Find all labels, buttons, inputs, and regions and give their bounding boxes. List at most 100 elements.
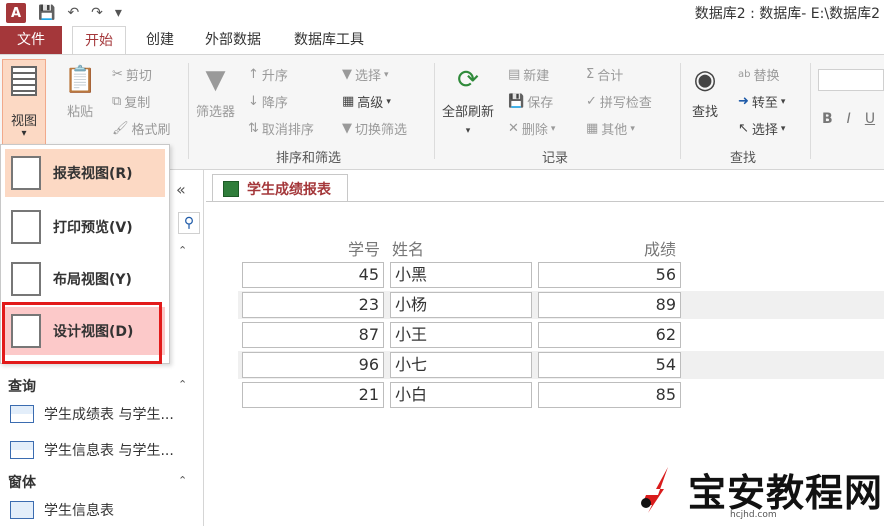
descending-button[interactable]: ↓ 降序	[248, 92, 288, 111]
column-header-id: 学号	[348, 240, 381, 259]
nav-item-form-1[interactable]: 学生信息表	[10, 500, 114, 520]
selection-button[interactable]: ▼ 选择 ▾	[342, 65, 389, 84]
goto-label: 转至	[751, 96, 778, 111]
save-icon[interactable]: 💾	[38, 5, 55, 21]
document-tab[interactable]: 学生成绩报表	[212, 174, 348, 202]
cursor-icon: ↖	[738, 121, 749, 136]
paste-button[interactable]: 📋 粘贴	[64, 65, 96, 120]
spelling-label: 拼写检查	[599, 96, 652, 111]
redo-icon[interactable]: ↷	[91, 5, 103, 21]
cell-score[interactable]: 62	[538, 322, 681, 348]
toggle-filter-button[interactable]: ▼ 切换筛选	[342, 119, 407, 138]
totals-button[interactable]: Σ 合计	[586, 65, 623, 84]
cell-name[interactable]: 小七	[390, 352, 532, 378]
undo-icon[interactable]: ↶	[67, 5, 79, 21]
customize-qat-icon[interactable]: ▾	[115, 5, 122, 21]
chevron-down-icon: ▾	[550, 123, 556, 134]
chevron-up-icon[interactable]: ⌃	[178, 474, 187, 487]
delete-record-button[interactable]: ✕ 删除 ▾	[508, 119, 555, 138]
new-record-icon: ▤	[508, 67, 521, 82]
menu-item-report-view[interactable]: 报表视图(R)	[5, 149, 165, 197]
chevron-down-icon: ▾	[384, 69, 389, 80]
more-button[interactable]: ▦ 其他 ▾	[586, 119, 635, 138]
menu-item-print-preview[interactable]: 打印预览(V)	[5, 203, 165, 251]
cell-id[interactable]: 96	[242, 352, 384, 378]
new-record-button[interactable]: ▤ 新建	[508, 65, 549, 84]
cell-score[interactable]: 89	[538, 292, 681, 318]
nav-collapse-button[interactable]: «	[176, 180, 186, 199]
more-icon: ▦	[586, 121, 599, 136]
remove-sort-button[interactable]: ⇅ 取消排序	[248, 119, 314, 138]
font-name-input[interactable]	[818, 69, 884, 91]
view-button[interactable]: 视图 ▾	[2, 59, 46, 145]
cell-name[interactable]: 小白	[390, 382, 532, 408]
chevron-up-icon[interactable]: ⌃	[178, 378, 187, 391]
selection-filter-icon: ▼	[342, 67, 352, 82]
underline-button[interactable]: U	[865, 111, 875, 127]
report-view-icon	[11, 156, 41, 190]
nav-item-label: 学生成绩表 与学生...	[44, 407, 174, 423]
chevron-down-icon: ▾	[465, 126, 471, 136]
sigma-icon: Σ	[586, 67, 595, 82]
tab-home[interactable]: 开始	[72, 26, 126, 55]
nav-section-queries[interactable]: 查询	[8, 376, 36, 396]
sort-ascending-icon: ↑	[248, 67, 259, 82]
advanced-label: 高级	[357, 96, 384, 111]
tab-external-data[interactable]: 外部数据	[194, 26, 272, 54]
funnel-icon: ▼	[205, 65, 226, 95]
find-button[interactable]: ◉ 查找	[692, 65, 718, 120]
cell-name[interactable]: 小王	[390, 322, 532, 348]
nav-section-forms[interactable]: 窗体	[8, 472, 36, 492]
tab-create[interactable]: 创建	[136, 26, 184, 54]
cell-score[interactable]: 85	[538, 382, 681, 408]
cell-id[interactable]: 45	[242, 262, 384, 288]
nav-item-query-1[interactable]: 学生成绩表 与学生...	[10, 404, 174, 424]
replace-label: 替换	[753, 69, 780, 84]
nav-item-query-2[interactable]: 学生信息表 与学生...	[10, 440, 174, 460]
filter-button[interactable]: ▼ 筛选器	[196, 65, 235, 120]
records-group-label: 记录	[542, 151, 569, 166]
italic-button[interactable]: I	[847, 111, 851, 127]
select-button[interactable]: ↖ 选择 ▾	[738, 119, 785, 138]
delete-record-label: 删除	[521, 123, 548, 138]
cell-id[interactable]: 23	[242, 292, 384, 318]
copy-label: 复制	[124, 96, 151, 111]
spelling-button[interactable]: ✓ 拼写检查	[586, 92, 652, 111]
totals-label: 合计	[597, 69, 624, 84]
form-icon	[10, 501, 34, 519]
save-icon: 💾	[508, 94, 525, 109]
filter-label: 筛选器	[196, 105, 236, 120]
cell-id[interactable]: 87	[242, 322, 384, 348]
bold-button[interactable]: B	[822, 111, 833, 127]
goto-button[interactable]: ➜ 转至 ▾	[738, 92, 785, 111]
select-label: 选择	[751, 123, 778, 138]
chevron-up-icon[interactable]: ⌃	[178, 244, 187, 257]
tab-database-tools[interactable]: 数据库工具	[282, 26, 376, 54]
refresh-icon: ⟳	[457, 65, 479, 95]
copy-button[interactable]: ⧉ 复制	[112, 92, 150, 111]
delete-icon: ✕	[508, 121, 519, 136]
menu-item-layout-view[interactable]: 布局视图(Y)	[5, 255, 165, 303]
replace-icon: ab	[738, 69, 751, 80]
chevron-down-icon: ▾	[780, 123, 786, 134]
find-label: 查找	[692, 105, 719, 120]
cell-score[interactable]: 56	[538, 262, 681, 288]
binoculars-icon: ◉	[693, 65, 717, 95]
advanced-button[interactable]: ▦ 高级 ▾	[342, 92, 391, 111]
refresh-all-button[interactable]: ⟳ 全部刷新 ▾	[442, 65, 494, 136]
search-icon[interactable]: ⚲	[178, 212, 200, 234]
view-button-label: 视图	[10, 114, 37, 129]
ascending-button[interactable]: ↑ 升序	[248, 65, 288, 84]
cell-score[interactable]: 54	[538, 352, 681, 378]
tab-file[interactable]: 文件	[0, 26, 62, 54]
cell-name[interactable]: 小黑	[390, 262, 532, 288]
watermark-url: hcjhd.com	[730, 510, 777, 520]
cell-name[interactable]: 小杨	[390, 292, 532, 318]
cut-button[interactable]: ✂ 剪切	[112, 65, 152, 84]
access-logo-icon: A	[6, 3, 26, 23]
save-record-button[interactable]: 💾 保存	[508, 92, 553, 111]
format-painter-button[interactable]: 🖌 格式刷	[112, 119, 171, 138]
replace-button[interactable]: ab 替换	[738, 65, 780, 84]
cell-id[interactable]: 21	[242, 382, 384, 408]
nav-item-label: 学生信息表	[44, 503, 114, 519]
